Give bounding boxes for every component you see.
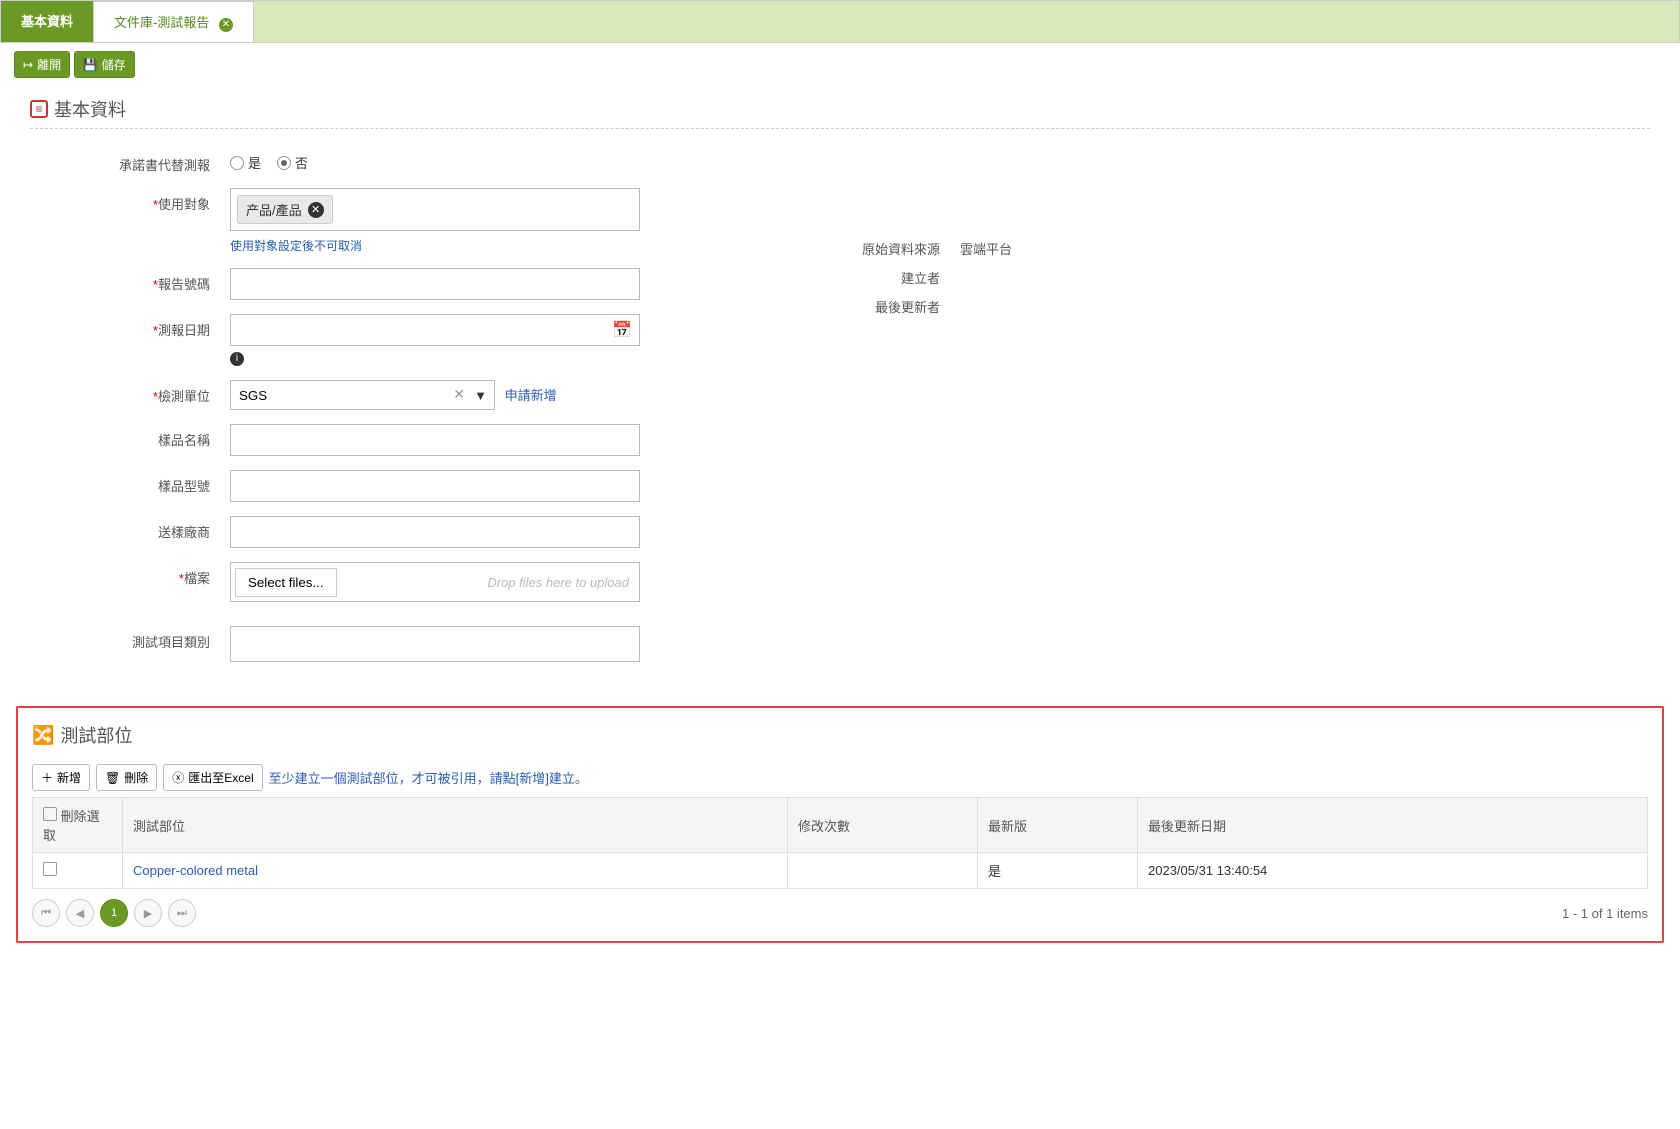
section-basic-title: ≡ 基本資料 bbox=[30, 96, 1650, 122]
pager-info: 1 - 1 of 1 items bbox=[1562, 906, 1648, 921]
row-modcount bbox=[788, 853, 978, 889]
vendor-input[interactable] bbox=[230, 516, 640, 548]
section-basic-title-text: 基本資料 bbox=[54, 96, 126, 122]
commitment-yes-radio[interactable]: 是 bbox=[230, 153, 261, 172]
trash-icon: 🗑 bbox=[105, 771, 120, 785]
test-org-combo[interactable]: ✕ ▼ bbox=[230, 380, 495, 410]
report-date-input[interactable] bbox=[230, 314, 640, 346]
part-link[interactable]: Copper-colored metal bbox=[133, 863, 258, 878]
row-latest: 是 bbox=[978, 853, 1138, 889]
close-icon[interactable]: ✕ bbox=[219, 18, 233, 32]
test-category-label: 測試項目類別 bbox=[30, 626, 230, 651]
exit-icon: ↦ bbox=[23, 58, 33, 72]
row-checkbox[interactable] bbox=[43, 862, 57, 876]
tab-test-report[interactable]: 文件庫-測試報告 ✕ bbox=[93, 1, 254, 42]
delete-button[interactable]: 🗑 刪除 bbox=[96, 764, 157, 791]
report-date-label: *測報日期 bbox=[30, 314, 230, 339]
pager-next-button[interactable]: ▶ bbox=[134, 899, 162, 927]
export-label: 匯出至Excel bbox=[188, 769, 253, 786]
tree-icon: 🔀 bbox=[32, 725, 54, 746]
remove-tag-icon[interactable]: ✕ bbox=[308, 202, 324, 218]
divider bbox=[30, 128, 1650, 129]
vendor-label: 送樣廠商 bbox=[30, 516, 230, 541]
file-dropzone[interactable]: Select files... Drop files here to uploa… bbox=[230, 562, 640, 602]
radio-icon bbox=[230, 156, 244, 170]
apply-new-link[interactable]: 申請新增 bbox=[505, 388, 557, 403]
pager-prev-button[interactable]: ◀ bbox=[66, 899, 94, 927]
col-modcount-header: 修改次數 bbox=[788, 798, 978, 853]
row-updated: 2023/05/31 13:40:54 bbox=[1138, 853, 1648, 889]
usage-help-text: 使用對象設定後不可取消 bbox=[230, 237, 750, 254]
add-label: 新增 bbox=[57, 769, 81, 786]
commitment-no-radio[interactable]: 否 bbox=[277, 153, 308, 172]
delete-label: 刪除 bbox=[124, 769, 148, 786]
usage-label: *使用對象 bbox=[30, 188, 230, 213]
section-test-part-title-text: 測試部位 bbox=[60, 722, 132, 748]
grid-hint: 至少建立一個測試部位，才可被引用，請點[新增]建立。 bbox=[269, 768, 588, 787]
commitment-no-text: 否 bbox=[295, 153, 308, 172]
col-part-header: 測試部位 bbox=[123, 798, 788, 853]
save-icon: 💾 bbox=[83, 58, 98, 72]
col-updated-header: 最後更新日期 bbox=[1138, 798, 1648, 853]
plus-icon: ＋ bbox=[41, 769, 53, 786]
col-latest-header: 最新版 bbox=[978, 798, 1138, 853]
commitment-label: 承諾書代替測報 bbox=[30, 149, 230, 174]
section-test-part-title: 🔀 測試部位 bbox=[32, 722, 1648, 748]
updater-label: 最後更新者 bbox=[790, 297, 960, 316]
export-excel-button[interactable]: ⓧ 匯出至Excel bbox=[163, 764, 262, 791]
tabs-bar: 基本資料 文件庫-測試報告 ✕ bbox=[0, 0, 1680, 43]
usage-tag-text: 产品/產品 bbox=[246, 200, 302, 219]
source-value: 雲端平台 bbox=[960, 239, 1012, 258]
info-icon[interactable]: i bbox=[230, 352, 244, 366]
sample-name-input[interactable] bbox=[230, 424, 640, 456]
pager-page-1[interactable]: 1 bbox=[100, 899, 128, 927]
creator-label: 建立者 bbox=[790, 268, 960, 287]
calendar-icon[interactable]: 📅 bbox=[612, 320, 632, 340]
report-no-input[interactable] bbox=[230, 268, 640, 300]
select-all-checkbox[interactable] bbox=[43, 807, 57, 821]
save-button[interactable]: 💾 儲存 bbox=[74, 51, 135, 78]
test-part-section: 🔀 測試部位 ＋ 新增 🗑 刪除 ⓧ 匯出至Excel 至少建立一個測試部位，才… bbox=[16, 706, 1664, 943]
tab-test-report-label: 文件庫-測試報告 bbox=[114, 15, 209, 30]
pager-first-button[interactable]: ⏮ bbox=[32, 899, 60, 927]
clear-icon[interactable]: ✕ bbox=[453, 386, 465, 403]
sample-model-input[interactable] bbox=[230, 470, 640, 502]
sample-model-label: 樣品型號 bbox=[30, 470, 230, 495]
source-label: 原始資料來源 bbox=[790, 239, 960, 258]
chevron-down-icon[interactable]: ▼ bbox=[474, 388, 487, 403]
add-button[interactable]: ＋ 新增 bbox=[32, 764, 90, 791]
test-category-input[interactable] bbox=[230, 626, 640, 662]
report-no-label: *報告號碼 bbox=[30, 268, 230, 293]
leave-label: 離開 bbox=[37, 56, 61, 73]
commitment-yes-text: 是 bbox=[248, 153, 261, 172]
leave-button[interactable]: ↦ 離開 bbox=[14, 51, 70, 78]
test-org-label: *檢測單位 bbox=[30, 380, 230, 405]
excel-icon: ⓧ bbox=[172, 769, 184, 786]
usage-tag: 产品/產品 ✕ bbox=[237, 195, 333, 224]
save-label: 儲存 bbox=[102, 56, 126, 73]
sample-name-label: 樣品名稱 bbox=[30, 424, 230, 449]
pager-last-button[interactable]: ⏭ bbox=[168, 899, 196, 927]
usage-tag-input[interactable]: 产品/產品 ✕ bbox=[230, 188, 640, 231]
radio-checked-icon bbox=[277, 156, 291, 170]
file-drop-hint: Drop files here to upload bbox=[487, 575, 629, 590]
col-select-header: 刪除選取 bbox=[33, 798, 123, 853]
tab-basic-info[interactable]: 基本資料 bbox=[1, 1, 94, 42]
file-label: *檔案 bbox=[30, 562, 230, 587]
list-icon: ≡ bbox=[30, 100, 48, 118]
test-part-grid: 刪除選取 測試部位 修改次數 最新版 最後更新日期 Copper-colored… bbox=[32, 797, 1648, 889]
select-files-button[interactable]: Select files... bbox=[235, 568, 337, 597]
table-row: Copper-colored metal 是 2023/05/31 13:40:… bbox=[33, 853, 1648, 889]
action-toolbar: ↦ 離開 💾 儲存 bbox=[0, 43, 1680, 86]
